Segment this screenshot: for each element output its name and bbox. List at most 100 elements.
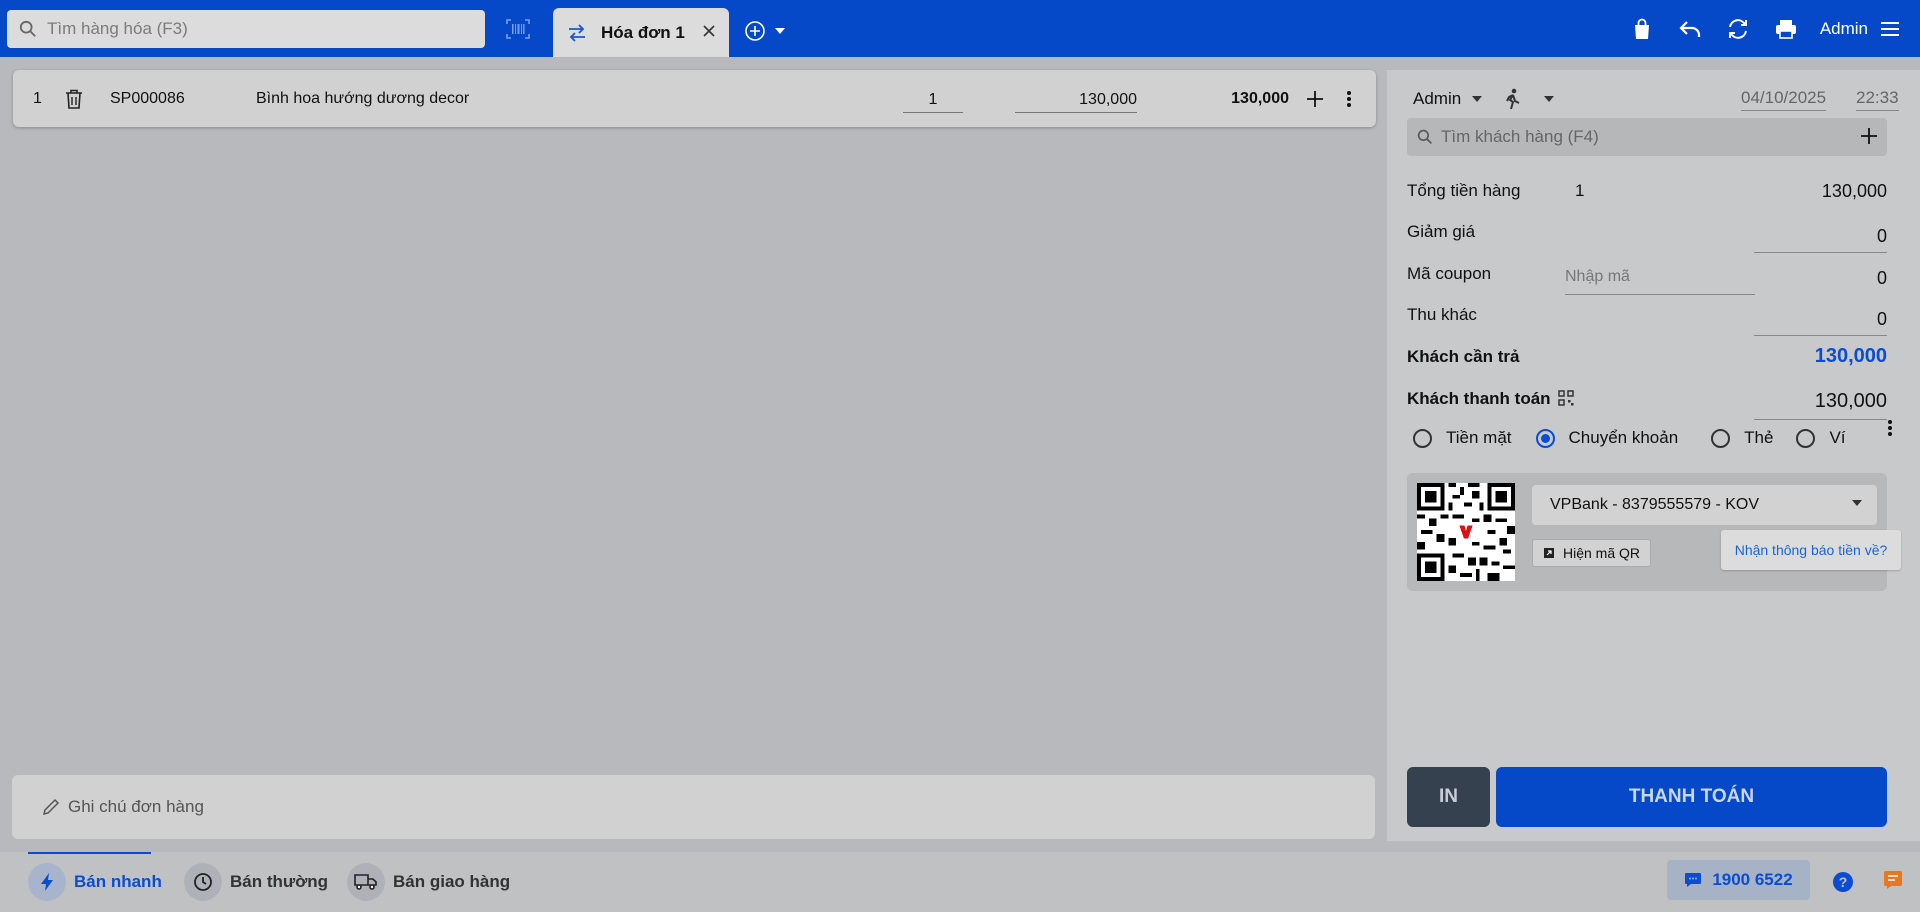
delete-line-button[interactable] — [65, 70, 83, 127]
method-transfer[interactable]: Chuyển khoản — [1535, 428, 1679, 448]
svg-text:?: ? — [1839, 874, 1848, 890]
show-qr-label: Hiện mã QR — [1563, 545, 1641, 561]
panel-header: Admin 04/10/2025 22:33 — [1413, 84, 1899, 114]
hotline-button[interactable]: 1900 6522 — [1667, 860, 1810, 900]
add-customer-icon[interactable] — [1859, 126, 1879, 146]
price-field[interactable]: 130,000 — [1015, 70, 1137, 127]
coupon-row: Mã coupon 0 — [1407, 259, 1887, 295]
wallet-radio[interactable] — [1796, 428, 1816, 448]
customer-search-input[interactable] — [1441, 127, 1841, 147]
order-note-field[interactable]: Ghi chú đơn hàng — [12, 775, 1375, 839]
product-search-input[interactable] — [47, 19, 447, 39]
mode-delivery-sale-label: Bán giao hàng — [393, 872, 511, 891]
method-wallet[interactable]: Ví — [1796, 428, 1846, 448]
customer-paid-row: Khách thanh toán 130,000 — [1407, 384, 1887, 420]
other-income-field[interactable] — [1754, 300, 1887, 336]
add-tab-button[interactable] — [744, 20, 786, 42]
card-radio[interactable] — [1711, 428, 1731, 448]
coupon-input[interactable] — [1565, 268, 1745, 286]
amount-due-row: Khách cần trả 130,000 — [1407, 342, 1887, 372]
amount-due-label: Khách cần trả — [1407, 347, 1520, 366]
bag-button[interactable] — [1618, 0, 1666, 57]
mode-delivery-sale[interactable]: Bán giao hàng — [347, 852, 510, 912]
bank-account-select[interactable]: VPBank - 8379555579 - KOV — [1532, 485, 1877, 525]
amount-due-value: 130,000 — [1814, 345, 1887, 367]
coupon-value: 0 — [1876, 268, 1887, 288]
method-cash[interactable]: Tiền mặt — [1413, 428, 1512, 448]
more-vertical-icon[interactable] — [1887, 419, 1893, 437]
hamburger-menu-icon[interactable] — [1880, 21, 1900, 37]
clock-icon — [184, 863, 222, 901]
swap-icon — [569, 23, 585, 42]
expand-icon — [1544, 548, 1554, 558]
top-actions: Admin — [1618, 0, 1920, 57]
method-transfer-label: Chuyển khoản — [1568, 428, 1679, 447]
cash-radio[interactable] — [1413, 428, 1432, 448]
seller-name: Admin — [1413, 89, 1462, 108]
pencil-icon — [42, 798, 60, 816]
caret-down-icon — [775, 28, 785, 34]
print-button[interactable] — [1762, 0, 1810, 57]
close-icon[interactable] — [701, 23, 717, 39]
method-cash-label: Tiền mặt — [1446, 428, 1512, 447]
user-name[interactable]: Admin — [1820, 19, 1868, 39]
caret-down-icon — [1544, 96, 1555, 102]
method-card-label: Thẻ — [1744, 428, 1774, 447]
checkout-button[interactable]: THANH TOÁN — [1496, 767, 1887, 827]
other-income-label: Thu khác — [1407, 305, 1477, 324]
subtotal-value: 130,000 — [1821, 181, 1887, 201]
refresh-icon — [1728, 18, 1747, 39]
tab-invoice-1[interactable]: Hóa đơn 1 — [553, 8, 729, 57]
add-circle-icon — [745, 21, 765, 41]
invoice-time[interactable]: 22:33 — [1856, 88, 1899, 111]
product-search-box[interactable] — [7, 10, 485, 48]
search-icon — [19, 20, 36, 37]
mode-quick-sale-label: Bán nhanh — [74, 872, 162, 891]
search-icon — [1417, 129, 1432, 144]
customer-paid-value: 130,000 — [1814, 390, 1887, 412]
print-invoice-button[interactable]: IN — [1407, 767, 1490, 827]
quantity-field[interactable]: 1 — [903, 70, 963, 127]
lightning-icon — [28, 863, 66, 901]
walking-person-icon — [1506, 88, 1520, 110]
mode-quick-sale[interactable]: Bán nhanh — [28, 852, 162, 912]
shopping-bag-icon — [1634, 18, 1649, 39]
transfer-radio[interactable] — [1535, 428, 1555, 448]
show-qr-button[interactable]: Hiện mã QR — [1532, 539, 1651, 567]
return-button[interactable] — [1666, 0, 1714, 57]
customer-search-box[interactable] — [1407, 118, 1887, 156]
discount-field[interactable] — [1754, 217, 1887, 253]
method-card[interactable]: Thẻ — [1711, 428, 1773, 448]
quantity-value: 1 — [903, 91, 963, 113]
subtotal-label: Tổng tiền hàng — [1407, 181, 1521, 200]
coupon-field[interactable] — [1565, 259, 1755, 295]
other-income-value: 0 — [1876, 309, 1887, 329]
other-income-row: Thu khác 0 — [1407, 300, 1887, 336]
subtotal-count: 1 — [1575, 181, 1585, 200]
sales-channel-select[interactable] — [1505, 88, 1555, 110]
bottom-bar: Bán nhanh Bán thường Bán giao hàng 1900 … — [0, 852, 1920, 912]
order-note-placeholder: Ghi chú đơn hàng — [68, 797, 204, 816]
line-more-button[interactable] — [1346, 70, 1352, 127]
add-quantity-button[interactable] — [1306, 70, 1324, 127]
barcode-scan-button[interactable] — [503, 14, 533, 44]
caret-down-icon — [1472, 96, 1483, 102]
payment-qr-image — [1417, 483, 1515, 581]
qr-code-icon[interactable] — [1558, 390, 1574, 406]
help-icon[interactable]: ? — [1832, 871, 1854, 893]
exchange-button[interactable] — [1714, 0, 1762, 57]
payment-methods: Tiền mặt Chuyển khoản Thẻ Ví — [1413, 420, 1893, 453]
trash-icon — [66, 89, 82, 109]
support-chat-icon[interactable] — [1883, 870, 1903, 890]
discount-label: Giảm giá — [1407, 222, 1476, 241]
mode-normal-sale[interactable]: Bán thường — [184, 852, 328, 912]
line-total: 130,000 — [1231, 89, 1289, 107]
cart-line-item[interactable]: 1 SP000086 Bình hoa hướng dương decor 1 … — [13, 70, 1376, 127]
invoice-date[interactable]: 04/10/2025 — [1741, 88, 1827, 111]
truck-icon — [347, 863, 385, 901]
top-bar: Hóa đơn 1 Admin — [0, 0, 1920, 57]
line-index: 1 — [33, 89, 42, 107]
payment-notification-link[interactable]: Nhận thông báo tiền về? — [1721, 530, 1901, 570]
product-code: SP000086 — [110, 89, 185, 107]
seller-select[interactable]: Admin — [1413, 89, 1483, 109]
